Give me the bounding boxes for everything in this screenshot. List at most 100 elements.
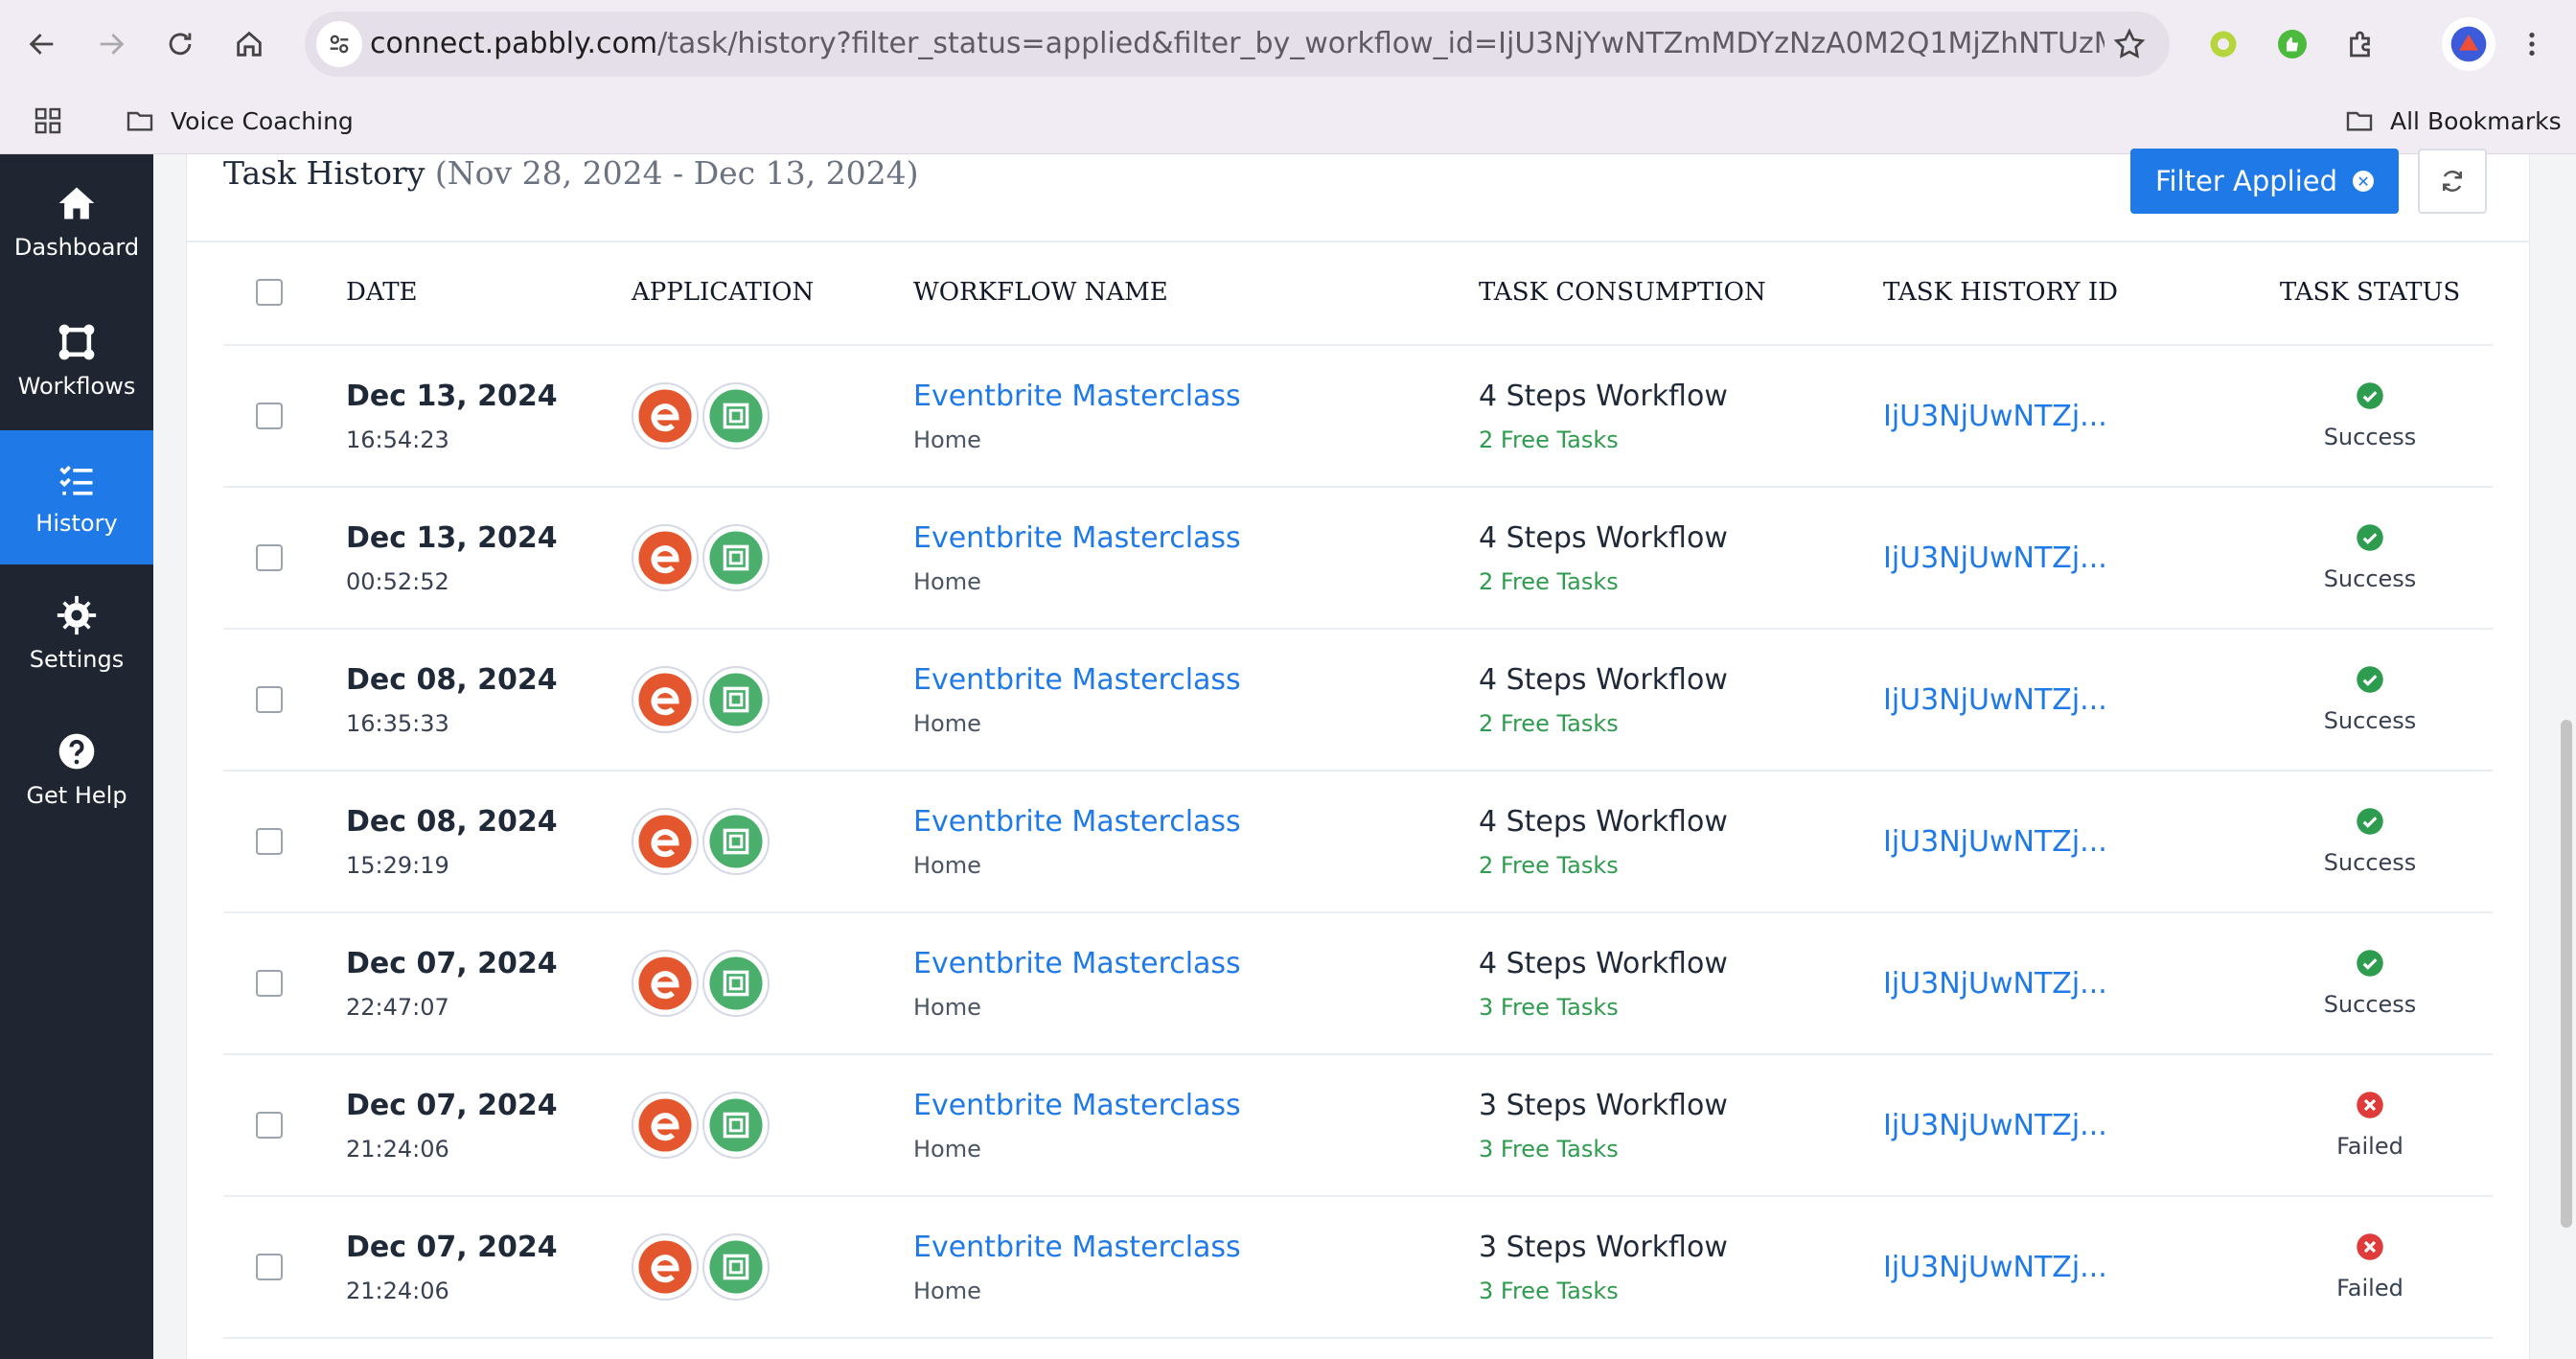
history-id-cell: IjU3NjUwNTZj... [1883, 629, 2247, 772]
workflow-name-link[interactable]: Eventbrite Masterclass [913, 947, 1479, 980]
sidebar-item-get-help[interactable]: Get Help [0, 703, 153, 837]
date-cell: Dec 07, 2024 21:24:06 [346, 1054, 632, 1197]
address-bar[interactable]: connect.pabbly.com/task/history?filter_s… [305, 12, 2170, 77]
sidebar-item-settings[interactable]: Settings [0, 566, 153, 701]
column-header-workflow-name: WORKFLOW NAME [913, 241, 1479, 346]
workflow-name-link[interactable]: Eventbrite Masterclass [913, 380, 1479, 413]
apps-grid-icon[interactable] [33, 88, 79, 153]
workflow-name-link[interactable]: Eventbrite Masterclass [913, 1231, 1479, 1264]
status-label: Success [2323, 849, 2417, 876]
application-cell [632, 345, 913, 488]
profile-avatar[interactable] [2442, 17, 2496, 71]
extensions-puzzle-icon[interactable] [2340, 23, 2382, 65]
bookmark-star-icon[interactable] [2112, 27, 2147, 61]
free-tasks: 2 Free Tasks [1479, 851, 1619, 879]
workflow-cell: Eventbrite Masterclass Home [913, 1196, 1479, 1339]
site-settings-icon[interactable] [316, 21, 362, 67]
eventbrite-app-icon [632, 524, 699, 591]
reload-button[interactable] [157, 21, 203, 67]
sheets-app-icon [702, 666, 770, 733]
sheets-app-icon [702, 808, 770, 875]
row-checkbox[interactable] [256, 544, 283, 571]
sidebar-item-dashboard[interactable]: Dashboard [0, 154, 153, 288]
free-tasks: 3 Free Tasks [1479, 993, 1619, 1021]
workflow-name-link[interactable]: Eventbrite Masterclass [913, 1089, 1479, 1122]
eventbrite-app-icon [632, 666, 699, 733]
row-checkbox[interactable] [256, 686, 283, 713]
task-history-id-link[interactable]: IjU3NjUwNTZj... [1883, 541, 2247, 575]
steps-count: 3 Steps Workflow [1479, 1230, 1728, 1264]
all-bookmarks[interactable]: All Bookmarks [2344, 88, 2562, 153]
sidebar-item-workflows[interactable]: Workflows [0, 293, 153, 427]
row-select-cell [223, 1054, 346, 1197]
status-cell: Success [2247, 771, 2493, 913]
date-cell: Dec 08, 2024 15:29:19 [346, 771, 632, 913]
url-text: connect.pabbly.com/task/history?filter_s… [370, 27, 2104, 60]
title-text: Task History [223, 154, 426, 192]
forward-button[interactable] [88, 21, 134, 67]
sheets-app-icon [702, 950, 770, 1017]
workflow-name-link[interactable]: Eventbrite Masterclass [913, 805, 1479, 839]
select-all-checkbox[interactable] [256, 279, 283, 306]
row-select-cell [223, 1196, 346, 1339]
task-history-id-link[interactable]: IjU3NjUwNTZj... [1883, 825, 2247, 859]
history-id-cell: IjU3NjUwNTZj... [1883, 771, 2247, 913]
steps-count: 4 Steps Workflow [1479, 662, 1728, 697]
row-checkbox[interactable] [256, 828, 283, 855]
history-id-cell: IjU3NjUwNTZj... [1883, 912, 2247, 1055]
status-label: Success [2323, 707, 2417, 734]
extension-thumb-icon[interactable] [2271, 23, 2313, 65]
home-icon [58, 187, 95, 219]
table-row[interactable]: Dec 13, 2024 16:54:23 Eventbrite Masterc… [223, 345, 2493, 488]
table-row[interactable]: Dec 07, 2024 22:47:07 Eventbrite Masterc… [223, 912, 2493, 1055]
table-header-row: DATE APPLICATION WORKFLOW NAME TASK CONS… [223, 241, 2493, 346]
row-checkbox[interactable] [256, 1112, 283, 1139]
browser-menu-icon[interactable] [2511, 23, 2553, 65]
row-checkbox[interactable] [256, 970, 283, 997]
workflow-name-link[interactable]: Eventbrite Masterclass [913, 521, 1479, 555]
bookmark-voice-coaching[interactable]: Voice Coaching [125, 88, 354, 153]
filter-applied-button[interactable]: Filter Applied ✕ [2130, 149, 2399, 214]
row-checkbox[interactable] [256, 403, 283, 429]
home-button[interactable] [226, 21, 272, 67]
sheets-app-icon [702, 1092, 770, 1159]
history-id-cell: IjU3NjUwNTZj... [1883, 345, 2247, 488]
task-history-id-link[interactable]: IjU3NjUwNTZj... [1883, 1251, 2247, 1284]
consumption-cell: 4 Steps Workflow 3 Free Tasks [1479, 912, 1883, 1055]
task-history-id-link[interactable]: IjU3NjUwNTZj... [1883, 400, 2247, 433]
scrollbar-thumb[interactable] [2561, 720, 2572, 1228]
column-header-task-history-id: TASK HISTORY ID [1883, 241, 2247, 346]
table-row[interactable]: Dec 08, 2024 16:35:33 Eventbrite Masterc… [223, 629, 2493, 772]
workflow-folder: Home [913, 426, 981, 453]
task-time: 22:47:07 [346, 993, 449, 1021]
column-header-application: APPLICATION [632, 241, 913, 346]
extension-green-icon[interactable] [2202, 23, 2244, 65]
sidebar-item-history[interactable]: History [0, 430, 153, 564]
row-checkbox[interactable] [256, 1254, 283, 1280]
sidebar-item-label: Settings [29, 646, 125, 673]
workflow-folder: Home [913, 993, 981, 1021]
sheets-app-icon [702, 524, 770, 591]
workflow-cell: Eventbrite Masterclass Home [913, 345, 1479, 488]
task-history-id-link[interactable]: IjU3NjUwNTZj... [1883, 683, 2247, 717]
status-cell: Failed [2247, 1196, 2493, 1339]
status-label: Success [2323, 424, 2417, 450]
table-row[interactable]: Dec 07, 2024 21:24:06 Eventbrite Masterc… [223, 1054, 2493, 1197]
page-scrollbar[interactable] [2557, 154, 2576, 1359]
table-row[interactable]: Dec 08, 2024 15:29:19 Eventbrite Masterc… [223, 771, 2493, 913]
task-history-id-link[interactable]: IjU3NjUwNTZj... [1883, 1109, 2247, 1142]
date-cell: Dec 07, 2024 21:24:06 [346, 1196, 632, 1339]
workflow-name-link[interactable]: Eventbrite Masterclass [913, 663, 1479, 697]
back-button[interactable] [19, 21, 65, 67]
table-row[interactable]: Dec 07, 2024 21:24:06 Eventbrite Masterc… [223, 1196, 2493, 1339]
task-history-id-link[interactable]: IjU3NjUwNTZj... [1883, 967, 2247, 1001]
task-time: 16:54:23 [346, 426, 449, 453]
bookmarks-bar: Voice Coaching All Bookmarks [0, 88, 2576, 154]
clear-filter-icon[interactable]: ✕ [2353, 171, 2375, 192]
status-cell: Success [2247, 912, 2493, 1055]
table-row[interactable]: Dec 13, 2024 00:52:52 Eventbrite Masterc… [223, 487, 2493, 630]
refresh-button[interactable] [2418, 149, 2487, 214]
workflow-folder: Home [913, 851, 981, 879]
select-all-cell [223, 241, 346, 346]
status-cell: Success [2247, 345, 2493, 488]
